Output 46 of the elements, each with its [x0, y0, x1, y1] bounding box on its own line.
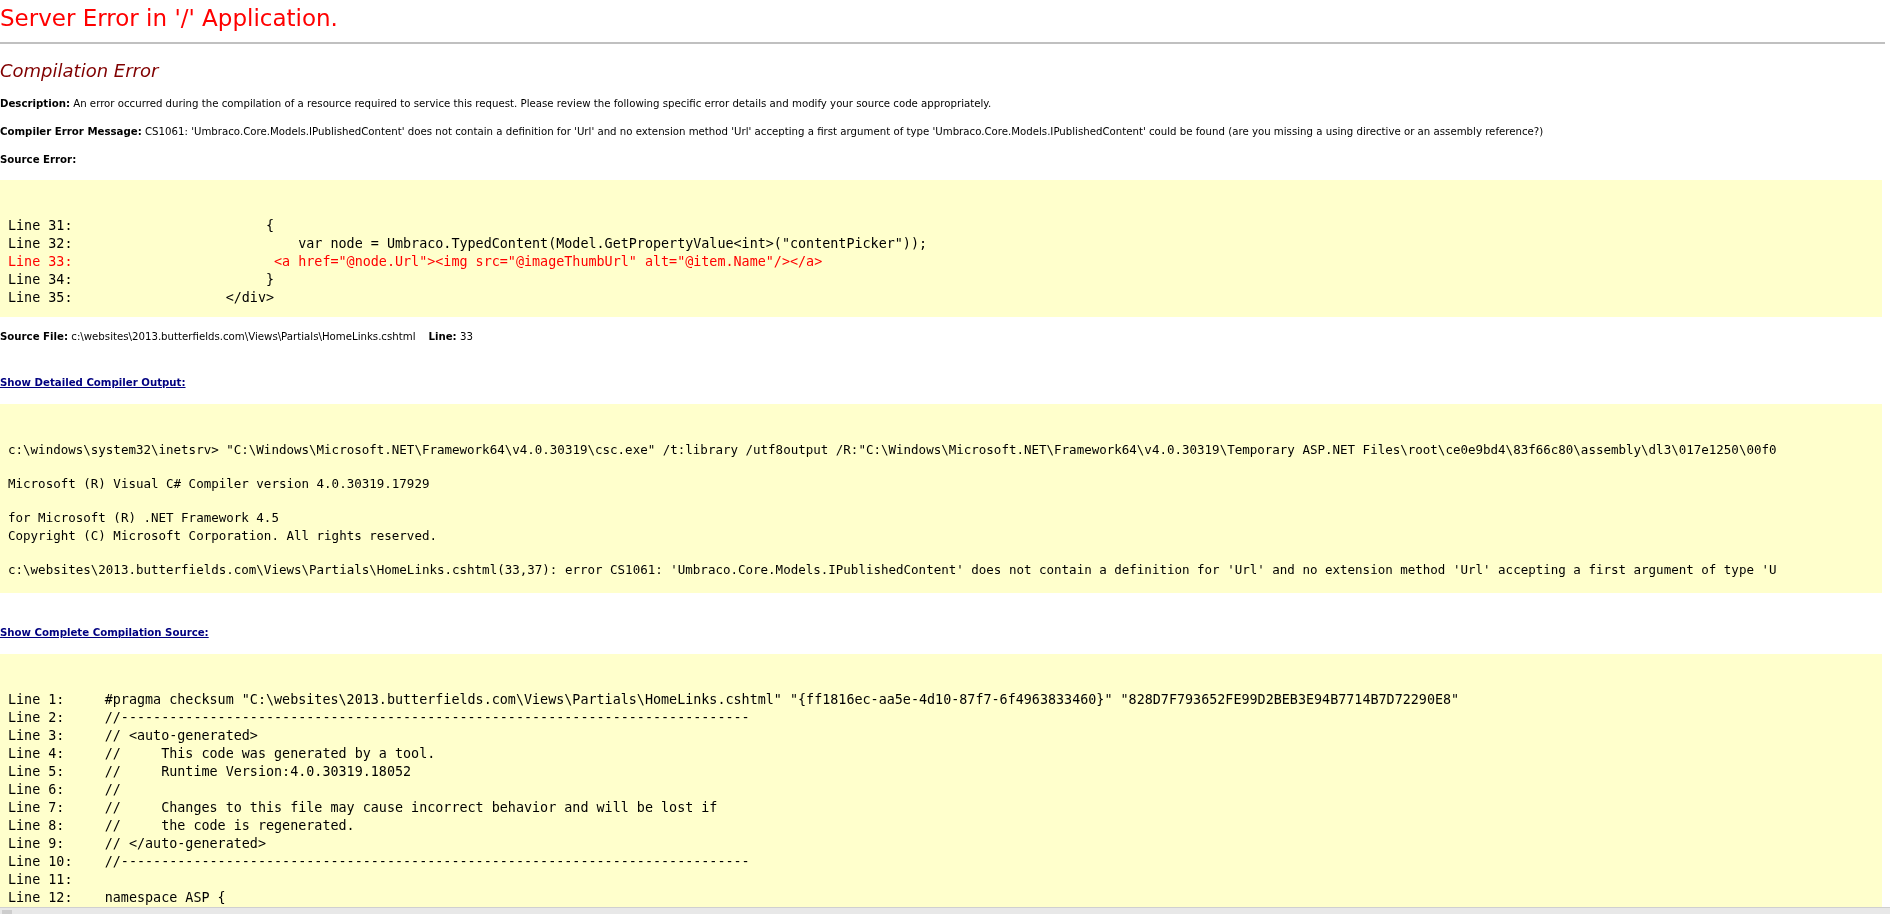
line-number: Line 11:	[8, 871, 74, 889]
show-complete-source-link[interactable]: Show Complete Compilation Source:	[0, 627, 209, 638]
line-number: Line 12:	[8, 889, 74, 907]
code-line: #pragma checksum "C:\websites\2013.butterfields.com\Views\Partials\HomeLinks.cshtml" "{ff1816ec-aa5e-4d10-87f7-6f4963833460}" "828D7F793652FE99D2BEB3E94B7714B7D72290E8"	[104, 691, 1460, 709]
code-line: </div>	[224, 289, 275, 307]
output-line: for Microsoft (R) .NET Framework 4.5	[8, 509, 279, 527]
line-number: Line 4:	[8, 745, 66, 763]
code-line: }	[264, 271, 275, 289]
line-number: Line 34:	[8, 271, 74, 289]
code-line: //------------------------------------------------------------------------------	[104, 853, 750, 871]
line-number: Line 32:	[8, 235, 74, 253]
source-error-label: Source Error:	[0, 154, 77, 166]
code-line: // <auto-generated>	[104, 727, 258, 745]
output-line: Microsoft (R) Visual C# Compiler version 4.0.30319.17929	[8, 475, 430, 493]
code-line: namespace ASP {	[104, 889, 226, 907]
code-line: // the code is regenerated.	[104, 817, 355, 835]
code-line: var node = Umbraco.TypedContent(Model.GetPropertyValue<int>("contentPicker"));	[297, 235, 928, 253]
code-line: <a href="@node.Url"><img src="@imageThumbUrl" alt="@item.Name"/></a>	[273, 253, 823, 271]
code-line: //------------------------------------------------------------------------------	[104, 709, 750, 727]
line-number: Line 2:	[8, 709, 66, 727]
code-line: // </auto-generated>	[104, 835, 266, 853]
compiler-error-message: Compiler Error Message: CS1061: 'Umbraco.Core.Models.IPublishedContent' does not contain a definition for 'Url' and no extension method 'Url' accepting a first argument of type 'Umbraco.Core.Models.IPublishedContent' could be found (are you missing a using directive or an assembly reference?)	[0, 126, 1544, 138]
line-number: Line 7:	[8, 799, 66, 817]
line-number: Line 31:	[8, 217, 74, 235]
line-number: Line 8:	[8, 817, 66, 835]
output-line: Copyright (C) Microsoft Corporation. All rights reserved.	[8, 527, 437, 545]
line-number: Line 1:	[8, 691, 66, 709]
line-number: Line 9:	[8, 835, 66, 853]
output-line: c:\websites\2013.butterfields.com\Views\Partials\HomeLinks.cshtml(33,37): error CS1061: 'Umbraco.Core.Models.IPublishedContent' does not contain a definition for 'Url' and no extension method 'Url' accepting a first argument of type 'U	[8, 561, 1777, 579]
line-number: Line 5:	[8, 763, 66, 781]
code-line: {	[264, 217, 275, 235]
show-detailed-output-link[interactable]: Show Detailed Compiler Output:	[0, 377, 186, 388]
code-line: // This code was generated by a tool.	[104, 745, 436, 763]
line-number: Line 10:	[8, 853, 74, 871]
line-number: Line 3:	[8, 727, 66, 745]
source-file-text: Source File: c:\websites\2013.butterfields.com\Views\Partials\HomeLinks.cshtml Line: 33	[0, 331, 473, 343]
page-title: Server Error in '/' Application.	[0, 4, 338, 32]
line-number: Line 35:	[8, 289, 74, 307]
output-line: c:\windows\system32\inetsrv> "C:\Windows\Microsoft.NET\Framework64\v4.0.30319\csc.exe" /t:library /utf8output /R:"C:\Windows\Microsoft.NET\Framework64\v4.0.30319\Temporary ASP.NET Files\root\ce0e9bd4\83f66c80\assembly\dl3\017e1250\00f0	[8, 441, 1777, 459]
code-line: // Changes to this file may cause incorrect behavior and will be lost if	[104, 799, 718, 817]
line-number: Line 33:	[8, 253, 74, 271]
line-number: Line 6:	[8, 781, 66, 799]
error-heading: Compilation Error	[0, 60, 159, 82]
code-line: //	[104, 781, 121, 799]
description-text: Description: An error occurred during the compilation of a resource required to service this request. Please review the following specific error details and modify your source code appropriately.	[0, 98, 992, 110]
code-line: // Runtime Version:4.0.30319.18052	[104, 763, 412, 781]
